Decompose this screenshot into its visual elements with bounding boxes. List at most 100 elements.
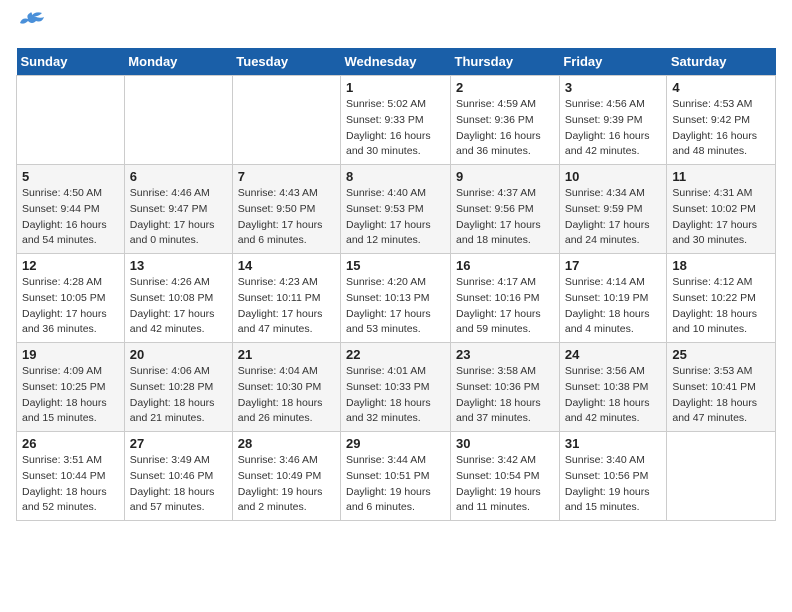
day-number: 15 <box>346 258 445 273</box>
calendar-cell: 5 Sunrise: 4:50 AM Sunset: 9:44 PM Daylig… <box>17 165 125 254</box>
day-info: Sunrise: 4:34 AM Sunset: 9:59 PM Dayligh… <box>565 186 662 249</box>
logo-bird-icon <box>18 11 46 33</box>
calendar-cell: 4 Sunrise: 4:53 AM Sunset: 9:42 PM Daylig… <box>667 76 776 165</box>
weekday-header-thursday: Thursday <box>451 48 560 76</box>
day-info: Sunrise: 4:14 AM Sunset: 10:19 PM Daylig… <box>565 275 662 338</box>
day-info: Sunrise: 3:56 AM Sunset: 10:38 PM Daylig… <box>565 364 662 427</box>
day-number: 5 <box>22 169 119 184</box>
weekday-header-row: SundayMondayTuesdayWednesdayThursdayFrid… <box>17 48 776 76</box>
day-info: Sunrise: 4:12 AM Sunset: 10:22 PM Daylig… <box>672 275 770 338</box>
day-number: 21 <box>238 347 335 362</box>
calendar-cell: 17 Sunrise: 4:14 AM Sunset: 10:19 PM Dayl… <box>559 254 667 343</box>
day-number: 12 <box>22 258 119 273</box>
calendar-week-row: 26 Sunrise: 3:51 AM Sunset: 10:44 PM Dayl… <box>17 432 776 521</box>
calendar-cell: 28 Sunrise: 3:46 AM Sunset: 10:49 PM Dayl… <box>232 432 340 521</box>
day-number: 29 <box>346 436 445 451</box>
calendar-cell: 12 Sunrise: 4:28 AM Sunset: 10:05 PM Dayl… <box>17 254 125 343</box>
day-number: 11 <box>672 169 770 184</box>
calendar-cell: 27Sunrise: 3:49 AM Sunset: 10:46 PM Dayl… <box>124 432 232 521</box>
calendar-cell: 20 Sunrise: 4:06 AM Sunset: 10:28 PM Dayl… <box>124 343 232 432</box>
weekday-header-monday: Monday <box>124 48 232 76</box>
day-info: Sunrise: 3:46 AM Sunset: 10:49 PM Daylig… <box>238 453 335 516</box>
day-info: Sunrise: 4:59 AM Sunset: 9:36 PM Dayligh… <box>456 97 554 160</box>
page-header <box>16 16 776 38</box>
calendar-cell: 31 Sunrise: 3:40 AM Sunset: 10:56 PM Dayl… <box>559 432 667 521</box>
day-number: 20 <box>130 347 227 362</box>
calendar-cell: 30 Sunrise: 3:42 AM Sunset: 10:54 PM Dayl… <box>451 432 560 521</box>
calendar-cell: 13 Sunrise: 4:26 AM Sunset: 10:08 PM Dayl… <box>124 254 232 343</box>
calendar-cell: 21 Sunrise: 4:04 AM Sunset: 10:30 PM Dayl… <box>232 343 340 432</box>
day-info: Sunrise: 4:37 AM Sunset: 9:56 PM Dayligh… <box>456 186 554 249</box>
day-number: 23 <box>456 347 554 362</box>
day-number: 17 <box>565 258 662 273</box>
day-number: 30 <box>456 436 554 451</box>
day-info: Sunrise: 4:26 AM Sunset: 10:08 PM Daylig… <box>130 275 227 338</box>
day-number: 13 <box>130 258 227 273</box>
calendar-cell: 19 Sunrise: 4:09 AM Sunset: 10:25 PM Dayl… <box>17 343 125 432</box>
calendar-cell: 16 Sunrise: 4:17 AM Sunset: 10:16 PM Dayl… <box>451 254 560 343</box>
day-number: 26 <box>22 436 119 451</box>
calendar-cell <box>124 76 232 165</box>
day-number: 6 <box>130 169 227 184</box>
day-info: Sunrise: 4:46 AM Sunset: 9:47 PM Dayligh… <box>130 186 227 249</box>
day-number: 7 <box>238 169 335 184</box>
day-number: 28 <box>238 436 335 451</box>
day-info: Sunrise: 4:06 AM Sunset: 10:28 PM Daylig… <box>130 364 227 427</box>
day-info: Sunrise: 3:53 AM Sunset: 10:41 PM Daylig… <box>672 364 770 427</box>
calendar-cell: 8 Sunrise: 4:40 AM Sunset: 9:53 PM Daylig… <box>341 165 451 254</box>
day-number: 19 <box>22 347 119 362</box>
day-number: 9 <box>456 169 554 184</box>
day-info: Sunrise: 3:40 AM Sunset: 10:56 PM Daylig… <box>565 453 662 516</box>
day-info: Sunrise: 3:51 AM Sunset: 10:44 PM Daylig… <box>22 453 119 516</box>
calendar-cell: 14 Sunrise: 4:23 AM Sunset: 10:11 PM Dayl… <box>232 254 340 343</box>
day-number: 8 <box>346 169 445 184</box>
day-info: Sunrise: 4:43 AM Sunset: 9:50 PM Dayligh… <box>238 186 335 249</box>
day-info: Sunrise: 4:04 AM Sunset: 10:30 PM Daylig… <box>238 364 335 427</box>
day-info: Sunrise: 3:42 AM Sunset: 10:54 PM Daylig… <box>456 453 554 516</box>
day-info: Sunrise: 3:44 AM Sunset: 10:51 PM Daylig… <box>346 453 445 516</box>
day-info: Sunrise: 4:31 AM Sunset: 10:02 PM Daylig… <box>672 186 770 249</box>
day-number: 10 <box>565 169 662 184</box>
day-info: Sunrise: 3:58 AM Sunset: 10:36 PM Daylig… <box>456 364 554 427</box>
day-info: Sunrise: 4:40 AM Sunset: 9:53 PM Dayligh… <box>346 186 445 249</box>
day-number: 24 <box>565 347 662 362</box>
weekday-header-tuesday: Tuesday <box>232 48 340 76</box>
day-number: 31 <box>565 436 662 451</box>
day-number: 4 <box>672 80 770 95</box>
day-number: 18 <box>672 258 770 273</box>
calendar-cell <box>667 432 776 521</box>
calendar-table: SundayMondayTuesdayWednesdayThursdayFrid… <box>16 48 776 521</box>
calendar-cell: 3 Sunrise: 4:56 AM Sunset: 9:39 PM Daylig… <box>559 76 667 165</box>
weekday-header-friday: Friday <box>559 48 667 76</box>
calendar-week-row: 12 Sunrise: 4:28 AM Sunset: 10:05 PM Dayl… <box>17 254 776 343</box>
day-info: Sunrise: 4:01 AM Sunset: 10:33 PM Daylig… <box>346 364 445 427</box>
day-number: 14 <box>238 258 335 273</box>
day-info: Sunrise: 4:20 AM Sunset: 10:13 PM Daylig… <box>346 275 445 338</box>
day-info: Sunrise: 3:49 AM Sunset: 10:46 PM Daylig… <box>130 453 227 516</box>
calendar-cell: 7 Sunrise: 4:43 AM Sunset: 9:50 PM Daylig… <box>232 165 340 254</box>
day-info: Sunrise: 4:50 AM Sunset: 9:44 PM Dayligh… <box>22 186 119 249</box>
calendar-cell: 11 Sunrise: 4:31 AM Sunset: 10:02 PM Dayl… <box>667 165 776 254</box>
calendar-cell: 10 Sunrise: 4:34 AM Sunset: 9:59 PM Dayli… <box>559 165 667 254</box>
day-number: 25 <box>672 347 770 362</box>
day-info: Sunrise: 4:17 AM Sunset: 10:16 PM Daylig… <box>456 275 554 338</box>
day-number: 2 <box>456 80 554 95</box>
calendar-cell: 2 Sunrise: 4:59 AM Sunset: 9:36 PM Daylig… <box>451 76 560 165</box>
day-number: 3 <box>565 80 662 95</box>
day-info: Sunrise: 4:28 AM Sunset: 10:05 PM Daylig… <box>22 275 119 338</box>
calendar-cell: 23 Sunrise: 3:58 AM Sunset: 10:36 PM Dayl… <box>451 343 560 432</box>
calendar-cell: 1 Sunrise: 5:02 AM Sunset: 9:33 PM Daylig… <box>341 76 451 165</box>
day-number: 1 <box>346 80 445 95</box>
day-number: 16 <box>456 258 554 273</box>
day-info: Sunrise: 4:09 AM Sunset: 10:25 PM Daylig… <box>22 364 119 427</box>
calendar-cell: 24 Sunrise: 3:56 AM Sunset: 10:38 PM Dayl… <box>559 343 667 432</box>
day-info: Sunrise: 5:02 AM Sunset: 9:33 PM Dayligh… <box>346 97 445 160</box>
day-info: Sunrise: 4:56 AM Sunset: 9:39 PM Dayligh… <box>565 97 662 160</box>
calendar-week-row: 5 Sunrise: 4:50 AM Sunset: 9:44 PM Daylig… <box>17 165 776 254</box>
day-info: Sunrise: 4:53 AM Sunset: 9:42 PM Dayligh… <box>672 97 770 160</box>
logo <box>16 16 46 38</box>
weekday-header-sunday: Sunday <box>17 48 125 76</box>
weekday-header-saturday: Saturday <box>667 48 776 76</box>
calendar-cell: 6 Sunrise: 4:46 AM Sunset: 9:47 PM Daylig… <box>124 165 232 254</box>
day-info: Sunrise: 4:23 AM Sunset: 10:11 PM Daylig… <box>238 275 335 338</box>
